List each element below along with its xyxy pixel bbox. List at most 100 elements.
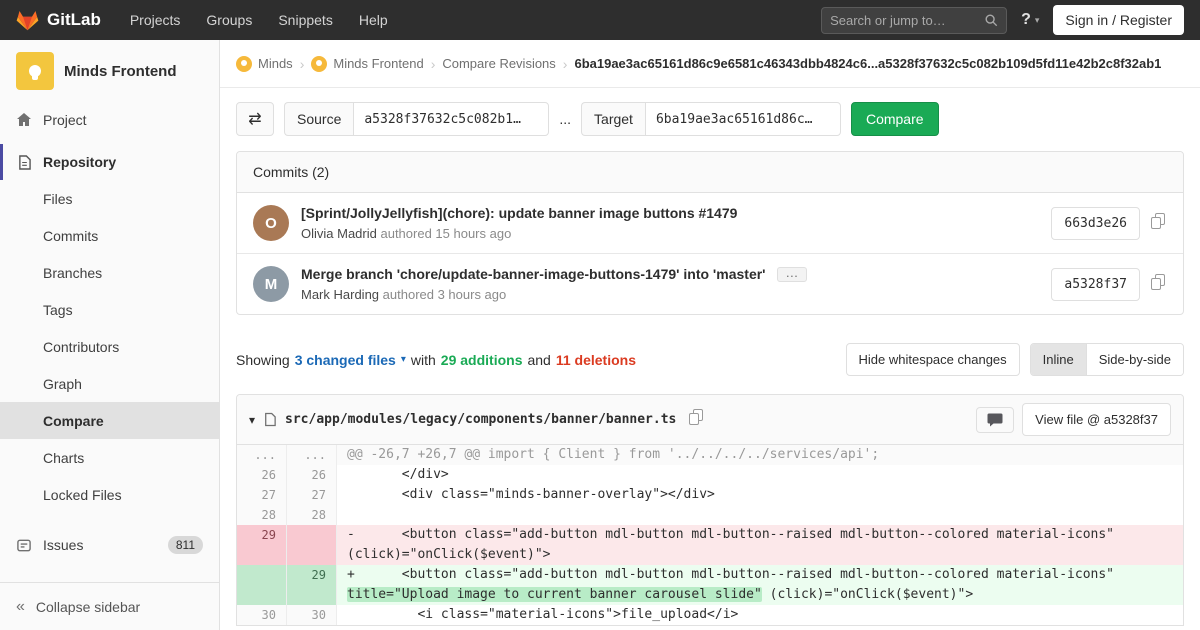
changed-files-dropdown[interactable]: 3 changed files	[295, 352, 396, 368]
diff-new-line-number[interactable]: 30	[287, 605, 337, 625]
gitlab-logo[interactable]: GitLab	[16, 9, 101, 31]
sidebar-item-label: Compare	[43, 413, 104, 429]
sidebar-item-commits[interactable]: Commits	[0, 217, 219, 254]
toggle-comments-button[interactable]	[976, 407, 1014, 433]
breadcrumb-compare-revisions[interactable]: Compare Revisions	[442, 56, 555, 71]
swap-revisions-button[interactable]: ⇄	[236, 102, 274, 136]
copy-sha-button[interactable]	[1147, 211, 1167, 236]
nav-help[interactable]: Help	[348, 0, 399, 40]
project-avatar-small	[311, 56, 327, 72]
sidebar-item-branches[interactable]: Branches	[0, 254, 219, 291]
range-separator: ...	[559, 111, 571, 127]
diff-old-line-number[interactable]: 28	[237, 505, 287, 525]
diff-new-line-number[interactable]: 27	[287, 485, 337, 505]
sign-in-button[interactable]: Sign in / Register	[1053, 5, 1184, 35]
inline-view-button[interactable]: Inline	[1031, 344, 1086, 375]
issues-icon	[16, 538, 32, 553]
diff-row: 28 28	[237, 505, 1183, 525]
diff-old-line-number[interactable]: 29	[237, 525, 287, 565]
deletions-count: 11 deletions	[556, 352, 636, 368]
commit-row: M Merge branch 'chore/update-banner-imag…	[237, 253, 1183, 314]
commits-panel: Commits (2) O [Sprint/JollyJellyfish](ch…	[236, 151, 1184, 315]
diff-code-line: <div class="minds-banner-overlay"></div>	[337, 485, 1183, 505]
file-path-link[interactable]: src/app/modules/legacy/components/banner…	[285, 412, 676, 427]
diff-old-line-number[interactable]: 27	[237, 485, 287, 505]
diff-old-line-number[interactable]: 30	[237, 605, 287, 625]
sidebar-item-tags[interactable]: Tags	[0, 291, 219, 328]
target-ref-input[interactable]	[645, 102, 841, 136]
diff-old-line-number[interactable]	[237, 565, 287, 605]
sidebar-item-issues[interactable]: Issues 811	[0, 527, 219, 563]
nav-snippets[interactable]: Snippets	[267, 0, 343, 40]
diff-new-line-number[interactable]: 26	[287, 465, 337, 485]
chevron-down-icon[interactable]: ▾	[401, 354, 406, 365]
commits-panel-header: Commits (2)	[237, 152, 1183, 193]
nav-projects[interactable]: Projects	[119, 0, 192, 40]
copy-sha-button[interactable]	[1147, 272, 1167, 297]
diff-new-line-number[interactable]: 28	[287, 505, 337, 525]
diff-new-line-number[interactable]: ...	[287, 445, 337, 465]
search-icon	[984, 13, 998, 27]
group-avatar	[236, 56, 252, 72]
source-ref-input[interactable]	[353, 102, 549, 136]
showing-label: Showing	[236, 352, 290, 368]
compare-button[interactable]: Compare	[851, 102, 939, 136]
sidebar-item-project[interactable]: Project	[0, 102, 219, 138]
diff-table: ... ... @@ -26,7 +26,7 @@ import { Clien…	[237, 445, 1183, 625]
collapse-diff-icon[interactable]: ▾	[249, 413, 255, 427]
nav-groups[interactable]: Groups	[195, 0, 263, 40]
diff-old-line-number[interactable]: ...	[237, 445, 287, 465]
commit-title-link[interactable]: [Sprint/JollyJellyfish](chore): update b…	[301, 205, 737, 221]
sidebar-item-locked-files[interactable]: Locked Files	[0, 476, 219, 513]
diff-code-line: </div>	[337, 465, 1183, 485]
search-input[interactable]	[830, 13, 984, 28]
commit-author-link[interactable]: Mark Harding	[301, 287, 379, 302]
global-search[interactable]	[821, 7, 1007, 34]
brand-name: GitLab	[47, 10, 101, 30]
diff-row-addition: 29 + <button class="add-button mdl-butto…	[237, 565, 1183, 605]
sidebar-item-label: Branches	[43, 265, 102, 281]
project-name: Minds Frontend	[64, 63, 177, 80]
breadcrumb-label: Compare Revisions	[442, 56, 555, 71]
side-by-side-view-button[interactable]: Side-by-side	[1086, 344, 1183, 375]
collapse-sidebar-button[interactable]: « Collapse sidebar	[0, 582, 219, 630]
project-context-header[interactable]: Minds Frontend	[0, 40, 219, 102]
sidebar-item-graph[interactable]: Graph	[0, 365, 219, 402]
diff-old-line-number[interactable]: 26	[237, 465, 287, 485]
commit-sha-button[interactable]: a5328f37	[1051, 268, 1140, 301]
avatar: O	[253, 205, 289, 241]
hide-whitespace-button[interactable]: Hide whitespace changes	[846, 343, 1020, 376]
commit-author-link[interactable]: Olivia Madrid	[301, 226, 377, 241]
target-input-group: Target	[581, 102, 841, 136]
commit-title-link[interactable]: Merge branch 'chore/update-banner-image-…	[301, 266, 766, 282]
view-file-button[interactable]: View file @ a5328f37	[1022, 403, 1171, 436]
sidebar-item-contributors[interactable]: Contributors	[0, 328, 219, 365]
diff-code-segment: (click)="onClick($event)">	[762, 587, 973, 602]
chevron-right-icon: ›	[300, 56, 305, 72]
sidebar-item-label: Contributors	[43, 339, 119, 355]
help-dropdown[interactable]: ? ▾	[1021, 11, 1039, 29]
sidebar-item-charts[interactable]: Charts	[0, 439, 219, 476]
diff-hunk-header: @@ -26,7 +26,7 @@ import { Client } from…	[337, 445, 1183, 465]
breadcrumb: Minds › Minds Frontend › Compare Revisio…	[220, 40, 1200, 88]
diff-new-line-number[interactable]	[287, 525, 337, 565]
commit-sha-button[interactable]: 663d3e26	[1051, 207, 1140, 240]
diff-row: 30 30 <i class="material-icons">file_upl…	[237, 605, 1183, 625]
sidebar-item-files[interactable]: Files	[0, 180, 219, 217]
breadcrumb-minds[interactable]: Minds	[236, 56, 293, 72]
diff-new-line-number[interactable]: 29	[287, 565, 337, 605]
sidebar-item-repository[interactable]: Repository	[0, 144, 219, 180]
sidebar-item-compare[interactable]: Compare	[0, 402, 219, 439]
breadcrumb-label: Minds Frontend	[333, 56, 423, 71]
diff-code-segment: + <button class="add-button mdl-button m…	[347, 567, 1122, 582]
project-avatar	[16, 52, 54, 90]
additions-count: 29 additions	[441, 352, 523, 368]
breadcrumb-minds-frontend[interactable]: Minds Frontend	[311, 56, 423, 72]
home-icon	[16, 112, 32, 128]
sidebar-item-label: Locked Files	[43, 487, 122, 503]
diff-code-line: <i class="material-icons">file_upload</i…	[337, 605, 1183, 625]
copy-file-path-button[interactable]	[685, 407, 705, 432]
expand-commit-description-button[interactable]: …	[777, 267, 807, 282]
lightbulb-icon	[29, 65, 41, 77]
sidebar-item-label: Graph	[43, 376, 82, 392]
